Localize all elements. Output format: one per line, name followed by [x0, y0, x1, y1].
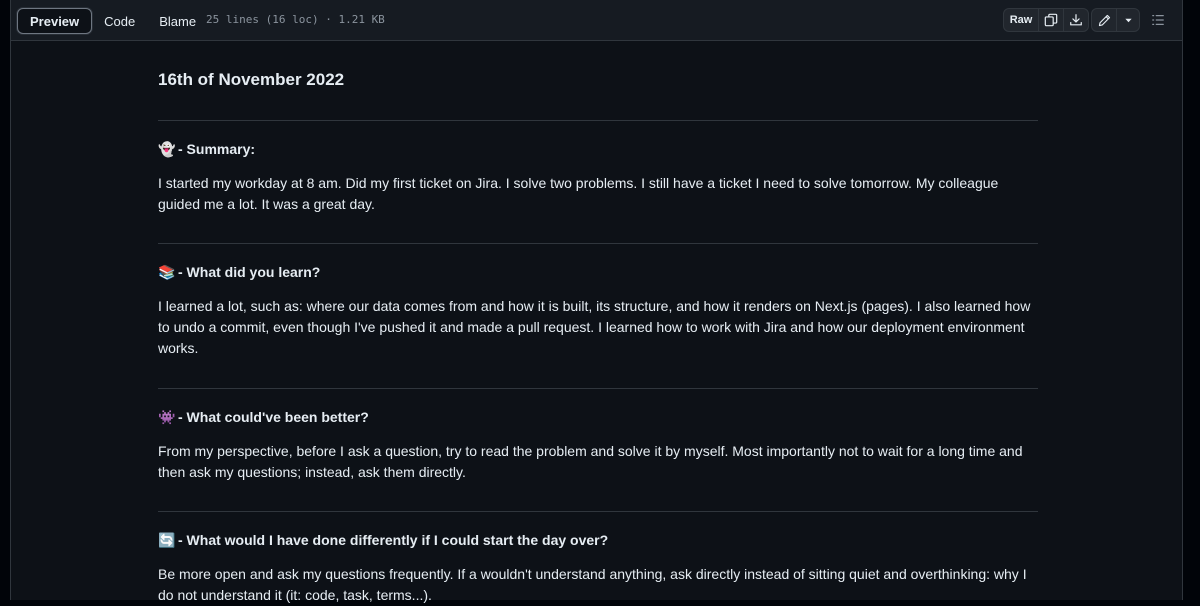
divider	[158, 511, 1038, 512]
file-viewer: Preview Code Blame 25 lines (16 loc) · 1…	[10, 0, 1183, 603]
section-heading-better: 👾 - What could've been better?	[158, 409, 369, 425]
tab-code[interactable]: Code	[92, 8, 147, 34]
page-title: 16th of November 2022	[158, 70, 345, 89]
file-meta: 25 lines (16 loc) · 1.21 KB	[206, 13, 385, 26]
ghost-icon: 👻	[158, 141, 176, 157]
section-heading-learned: 📚 - What did you learn?	[158, 264, 320, 280]
section-body-summary: I started my workday at 8 am. Did my fir…	[158, 175, 999, 212]
copy-raw-button[interactable]	[1038, 9, 1063, 31]
raw-button[interactable]: Raw	[1004, 9, 1038, 31]
raw-actions-group: Raw	[1003, 8, 1089, 32]
divider	[158, 243, 1038, 244]
section-heading-text: - Summary:	[178, 141, 256, 157]
edit-options-dropdown[interactable]	[1116, 9, 1139, 31]
list-icon	[1151, 13, 1165, 27]
books-icon: 📚	[158, 264, 176, 280]
divider	[158, 388, 1038, 389]
section-body-learned: I learned a lot, such as: where our data…	[158, 298, 1031, 356]
tab-blame[interactable]: Blame	[147, 8, 208, 34]
section-heading-text: - What could've been better?	[178, 409, 369, 425]
view-mode-switch: Preview Code Blame	[17, 8, 208, 34]
edit-actions-group	[1091, 8, 1140, 32]
section-body-better: From my perspective, before I ask a ques…	[158, 443, 1023, 480]
section-heading-summary: 👻 - Summary:	[158, 141, 255, 157]
tab-preview[interactable]: Preview	[17, 8, 93, 34]
file-toolbar: Preview Code Blame 25 lines (16 loc) · 1…	[11, 0, 1182, 41]
copy-icon	[1044, 13, 1058, 27]
edit-file-button[interactable]	[1092, 9, 1116, 31]
pencil-icon	[1098, 14, 1111, 27]
section-heading-text: - What would I have done differently if …	[178, 532, 609, 548]
triangle-down-icon	[1124, 16, 1133, 25]
arrows-counterclockwise-icon: 🔄	[158, 532, 176, 548]
divider	[158, 120, 1038, 121]
download-button[interactable]	[1063, 9, 1088, 31]
section-heading-text: - What did you learn?	[178, 264, 321, 280]
download-icon	[1069, 13, 1083, 27]
alien-monster-icon: 👾	[158, 409, 176, 425]
section-heading-differently: 🔄 - What would I have done differently i…	[158, 532, 608, 548]
outline-button[interactable]	[1145, 8, 1171, 32]
